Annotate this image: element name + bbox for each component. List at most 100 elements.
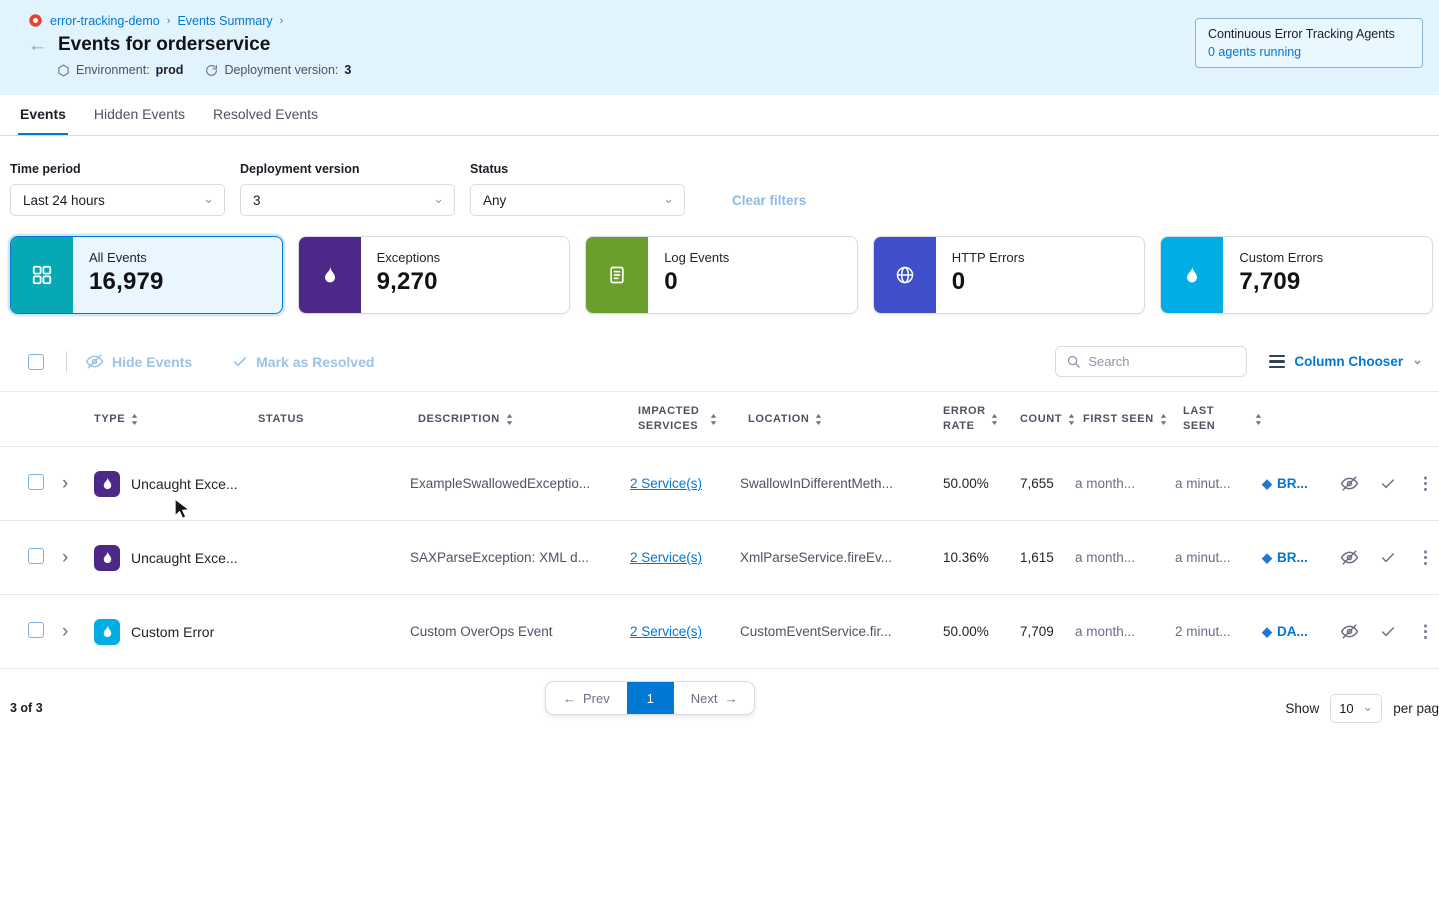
sort-icon: [506, 414, 513, 425]
deployment-version-select[interactable]: 3 ⌄: [240, 184, 455, 216]
error-tracking-page: error-tracking-demo › Events Summary › ←…: [0, 0, 1439, 907]
status-filter: Status Any ⌄: [470, 162, 685, 216]
card-value: 0: [664, 268, 729, 296]
row-menu-icon[interactable]: ⋮: [1417, 548, 1435, 568]
resolve-event-icon[interactable]: [1380, 550, 1396, 566]
sort-icon: [991, 414, 998, 425]
column-header-impacted-services[interactable]: IMPACTED SERVICES: [630, 404, 740, 434]
breadcrumb-separator: ›: [167, 15, 171, 27]
last-seen: a minut...: [1175, 550, 1262, 565]
card-label: All Events: [89, 250, 164, 265]
column-header-count[interactable]: COUNT: [1012, 412, 1075, 427]
menu-bars-icon: [1269, 355, 1285, 369]
hide-events-button[interactable]: Hide Events: [85, 352, 192, 371]
column-header-description[interactable]: DESCRIPTION: [410, 412, 630, 427]
column-header-status[interactable]: STATUS: [250, 412, 410, 427]
card-exceptions[interactable]: Exceptions 9,270: [298, 236, 571, 314]
flame-icon: [299, 237, 361, 313]
arrow-right-icon: →: [724, 691, 737, 706]
clear-filters-button[interactable]: Clear filters: [732, 193, 806, 208]
column-chooser-button[interactable]: Column Chooser ⌄: [1269, 354, 1423, 369]
mark-as-resolved-label: Mark as Resolved: [256, 354, 374, 370]
per-page-label: per pag: [1393, 701, 1439, 716]
bulk-action-toolbar: Hide Events Mark as Resolved Column Choo…: [0, 314, 1439, 377]
card-all-events[interactable]: All Events 16,979: [10, 236, 283, 314]
status-filter-value: Any: [483, 193, 506, 208]
chevron-down-icon: ⌄: [1362, 700, 1373, 713]
version-link[interactable]: BR...: [1277, 550, 1308, 565]
tab-hidden-events[interactable]: Hidden Events: [92, 95, 187, 135]
expand-row-button[interactable]: ›: [56, 471, 74, 496]
hide-event-icon[interactable]: [1340, 622, 1359, 641]
breadcrumb-project-link[interactable]: error-tracking-demo: [50, 14, 160, 28]
card-log-events[interactable]: Log Events 0: [585, 236, 858, 314]
time-period-select[interactable]: Last 24 hours ⌄: [10, 184, 225, 216]
select-all-checkbox[interactable]: [28, 354, 44, 370]
search-input[interactable]: [1088, 354, 1236, 369]
prev-page-button[interactable]: ← Prev: [546, 682, 627, 714]
log-document-icon: [586, 237, 648, 313]
version-link[interactable]: BR...: [1277, 476, 1308, 491]
time-period-filter: Time period Last 24 hours ⌄: [10, 162, 225, 216]
row-menu-icon[interactable]: ⋮: [1417, 474, 1435, 494]
impacted-services-link[interactable]: 2 Service(s): [630, 550, 702, 565]
resolve-event-icon[interactable]: [1380, 476, 1396, 492]
table-row[interactable]: › Uncaught Exce... ExampleSwallowedExcep…: [0, 447, 1439, 521]
deployment-version-value: 3: [344, 63, 351, 77]
pagination-footer: 3 of 3 ← Prev 1 Next → Show 10 ⌄ per pag: [0, 669, 1439, 725]
per-page-select[interactable]: 10 ⌄: [1330, 694, 1382, 723]
tab-bar: Events Hidden Events Resolved Events: [0, 95, 1439, 136]
next-page-button[interactable]: Next →: [674, 682, 755, 714]
hide-events-label: Hide Events: [112, 354, 192, 370]
expand-row-button[interactable]: ›: [56, 619, 74, 644]
environment-icon: [57, 64, 70, 77]
last-seen: 2 minut...: [1175, 624, 1262, 639]
table-row[interactable]: › Uncaught Exce... SAXParseException: XM…: [0, 521, 1439, 595]
error-rate: 50.00%: [935, 624, 1012, 639]
resolve-event-icon[interactable]: [1380, 624, 1396, 640]
deployment-version-filter: Deployment version 3 ⌄: [240, 162, 455, 216]
hide-event-icon[interactable]: [1340, 548, 1359, 567]
column-header-location[interactable]: LOCATION: [740, 412, 935, 427]
mark-as-resolved-button[interactable]: Mark as Resolved: [232, 354, 374, 370]
column-header-first-seen[interactable]: FIRST SEEN: [1075, 412, 1175, 427]
status-select[interactable]: Any ⌄: [470, 184, 685, 216]
event-type: Uncaught Exce...: [131, 476, 238, 492]
page-header: error-tracking-demo › Events Summary › ←…: [0, 0, 1439, 95]
event-description: ExampleSwallowedExceptio...: [410, 476, 630, 491]
page-1-button[interactable]: 1: [627, 682, 674, 714]
page-title: Events for orderservice: [58, 34, 270, 56]
breadcrumb-separator: ›: [280, 15, 284, 27]
tab-resolved-events[interactable]: Resolved Events: [211, 95, 320, 135]
card-custom-errors[interactable]: Custom Errors 7,709: [1160, 236, 1433, 314]
flame-icon: [94, 545, 120, 571]
impacted-services-link[interactable]: 2 Service(s): [630, 624, 702, 639]
column-header-error-rate[interactable]: ERROR RATE: [935, 404, 1012, 434]
version-link[interactable]: DA...: [1277, 624, 1308, 639]
breadcrumb-page-link[interactable]: Events Summary: [177, 14, 272, 28]
expand-row-button[interactable]: ›: [56, 545, 74, 570]
row-checkbox[interactable]: [28, 548, 44, 564]
row-checkbox[interactable]: [28, 474, 44, 490]
flame-icon: [94, 471, 120, 497]
row-menu-icon[interactable]: ⋮: [1417, 622, 1435, 642]
event-location: XmlParseService.fireEv...: [740, 550, 935, 565]
globe-icon: [874, 237, 936, 313]
tab-events[interactable]: Events: [18, 95, 68, 135]
column-header-type[interactable]: TYPE: [86, 412, 250, 427]
page-size-control: Show 10 ⌄ per pag: [1285, 694, 1439, 723]
row-checkbox[interactable]: [28, 622, 44, 638]
table-row[interactable]: › Custom Error Custom OverOps Event 2 Se…: [0, 595, 1439, 669]
agents-running-link[interactable]: 0 agents running: [1208, 45, 1410, 59]
back-button[interactable]: ←: [28, 36, 47, 55]
hide-event-icon[interactable]: [1340, 474, 1359, 493]
card-http-errors[interactable]: HTTP Errors 0: [873, 236, 1146, 314]
show-label: Show: [1285, 701, 1319, 716]
card-value: 0: [952, 268, 1025, 296]
column-header-last-seen[interactable]: LAST SEEN: [1175, 404, 1262, 434]
event-type: Uncaught Exce...: [131, 550, 238, 566]
impacted-services-link[interactable]: 2 Service(s): [630, 476, 702, 491]
event-description: Custom OverOps Event: [410, 624, 630, 639]
search-icon: [1066, 354, 1081, 369]
deployment-version-filter-label: Deployment version: [240, 162, 455, 176]
